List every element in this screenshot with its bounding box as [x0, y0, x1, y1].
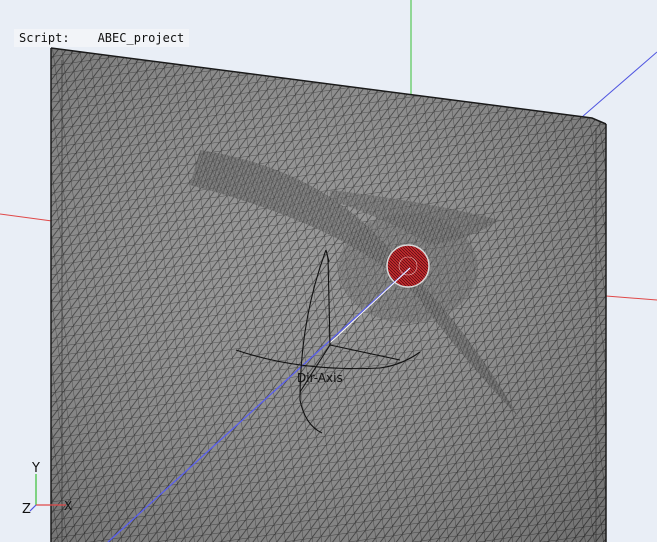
script-label-text: Script: [19, 31, 70, 45]
origin-z-label: Z [22, 502, 31, 517]
global-x-axis-line-right [605, 295, 657, 301]
baffle-mesh[interactable] [40, 40, 620, 542]
triad-caption: Dir-Axis [297, 371, 343, 385]
driving-source[interactable] [386, 244, 430, 288]
global-x-axis-line-left [0, 213, 53, 222]
3d-viewport[interactable]: Dir-Axis Y X Z [0, 0, 657, 542]
script-name: ABEC_project [97, 31, 185, 45]
script-indicator: Script: ABEC_project [14, 29, 190, 47]
global-z-axis-line-top [581, 51, 657, 118]
origin-y-label: Y [31, 461, 40, 476]
origin-x-label: X [64, 499, 72, 513]
